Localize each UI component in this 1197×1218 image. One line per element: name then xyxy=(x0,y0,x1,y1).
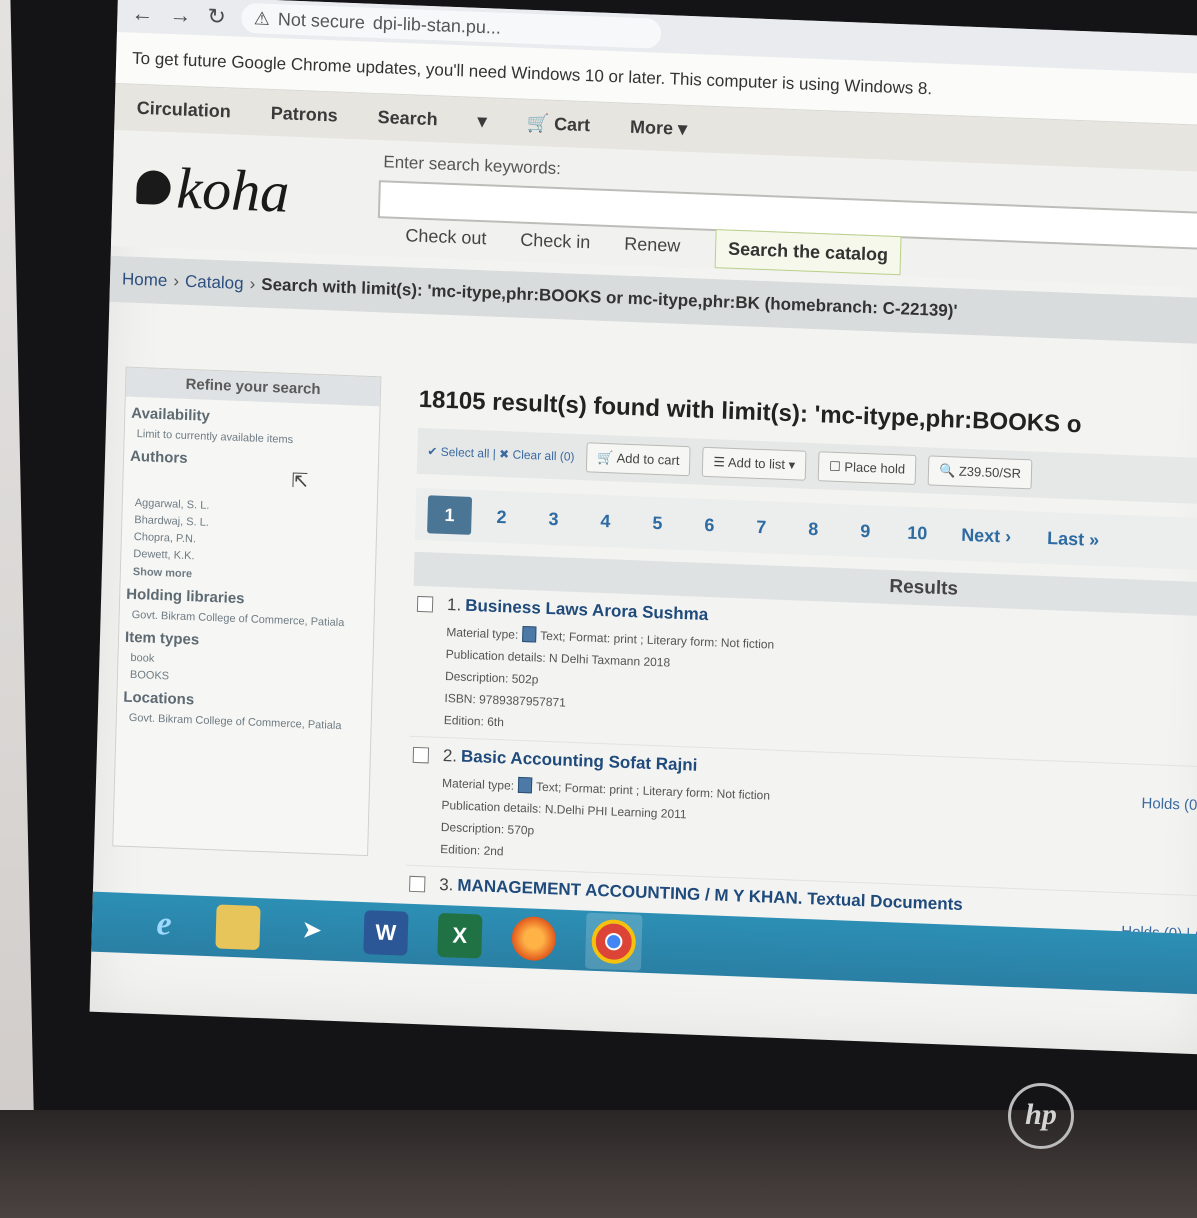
add-to-cart-button[interactable]: 🛒 Add to cart xyxy=(586,442,691,477)
search-icon: 🔍 xyxy=(938,462,960,479)
facet-show-more[interactable]: Show more xyxy=(133,566,369,587)
nav-cart[interactable]: 🛒 Cart xyxy=(526,112,590,135)
page-link[interactable]: 6 xyxy=(687,505,732,545)
facet-location[interactable]: Govt. Bikram College of Commerce, Patial… xyxy=(129,712,365,733)
page-link[interactable]: 10 xyxy=(895,513,940,553)
chevron-right-icon: › xyxy=(173,271,180,291)
result-number: 2. xyxy=(442,745,458,766)
facet-itemtypes-heading: Item types xyxy=(124,628,200,649)
tab-renew[interactable]: Renew xyxy=(624,234,681,257)
select-all-clear-links[interactable]: ✔ Select all | ✖ Clear all (0) xyxy=(427,444,575,464)
tab-check-out[interactable]: Check out xyxy=(405,225,487,249)
refine-sidebar: Refine your search Availability Limit to… xyxy=(112,366,382,857)
next-page-link[interactable]: Next › xyxy=(947,515,1026,556)
result-checkbox[interactable] xyxy=(412,746,430,764)
facet-itemtype[interactable]: BOOKS xyxy=(130,669,366,690)
facet-available-link[interactable]: Limit to currently available items xyxy=(137,428,373,449)
place-hold-label: Place hold xyxy=(844,459,906,477)
nav-search-dropdown[interactable]: ▾ xyxy=(477,110,487,131)
file-explorer-icon[interactable] xyxy=(215,904,261,951)
result-checkbox[interactable] xyxy=(416,595,434,613)
material-label: Material type: xyxy=(446,625,519,642)
tab-check-in[interactable]: Check in xyxy=(520,230,591,254)
chrome-icon xyxy=(591,918,637,965)
facet-authors-heading: Authors xyxy=(129,447,188,467)
page-link[interactable]: 8 xyxy=(791,509,836,549)
book-icon xyxy=(517,776,533,794)
forward-icon[interactable]: → xyxy=(169,2,192,29)
facet-availability-heading: Availability xyxy=(131,404,211,425)
page-link[interactable]: 9 xyxy=(843,511,888,551)
cart-icon: 🛒 xyxy=(526,112,555,134)
z3950-button[interactable]: 🔍 Z39.50/SR xyxy=(927,455,1033,490)
page-link[interactable]: 5 xyxy=(635,503,680,543)
add-to-list-label: Add to list ▾ xyxy=(727,454,796,473)
hold-icon: ☐ xyxy=(828,458,845,475)
facet-author[interactable]: Dewett, K.K. xyxy=(133,548,369,569)
facet-holding-heading: Holding libraries xyxy=(126,585,245,608)
koha-logo[interactable]: koha xyxy=(136,153,291,226)
facet-holding-library[interactable]: Govt. Bikram College of Commerce, Patial… xyxy=(131,609,367,630)
result-title-text: Business Laws Arora Sushma xyxy=(464,595,709,625)
nav-search[interactable]: Search xyxy=(377,107,438,130)
internet-explorer-icon[interactable]: e xyxy=(141,902,186,948)
mouse-cursor-icon: ⇱ xyxy=(291,469,309,493)
nav-more[interactable]: More ▾ xyxy=(630,116,688,139)
results-main: 18105 result(s) found with limit(s): 'mc… xyxy=(404,386,1197,959)
reload-icon[interactable]: ↻ xyxy=(207,3,226,30)
page-link[interactable]: 7 xyxy=(739,507,784,547)
result-number: 1. xyxy=(446,595,462,615)
warning-icon: ⚠ xyxy=(253,7,271,29)
rocket-app-icon[interactable]: ➤ xyxy=(289,907,334,953)
result-number: 3. xyxy=(438,874,454,895)
last-page-link[interactable]: Last » xyxy=(1033,519,1114,560)
page-link[interactable]: 2 xyxy=(479,497,524,537)
nav-circulation[interactable]: Circulation xyxy=(137,97,232,122)
facet-locations-heading: Locations xyxy=(123,688,195,709)
book-icon xyxy=(522,625,537,643)
z3950-label: Z39.50/SR xyxy=(958,463,1022,481)
word-icon[interactable]: W xyxy=(363,910,409,956)
page-link[interactable]: 4 xyxy=(583,501,628,541)
place-hold-button[interactable]: ☐ Place hold xyxy=(817,451,917,485)
nav-cart-label: Cart xyxy=(553,113,591,135)
excel-icon[interactable]: X xyxy=(437,912,483,959)
crumb-home[interactable]: Home xyxy=(122,269,168,291)
firefox-icon[interactable] xyxy=(511,915,557,962)
chrome-taskbar-button[interactable] xyxy=(584,912,643,971)
koha-logo-text: koha xyxy=(175,155,291,225)
refine-title: Refine your search xyxy=(125,367,381,407)
material-label: Material type: xyxy=(441,775,515,793)
result-title-text: Basic Accounting Sofat Rajni xyxy=(460,746,698,775)
material-value: Text; Format: print ; Literary form: Not… xyxy=(540,628,775,652)
search-label: Enter search keywords: xyxy=(383,152,562,179)
address-url: dpi-lib-stan.pu... xyxy=(372,12,502,38)
cart-icon: 🛒 xyxy=(597,449,617,466)
add-to-cart-label: Add to cart xyxy=(616,450,680,468)
koha-logo-icon xyxy=(136,169,172,206)
header-tabs: Check out Check in Renew xyxy=(405,225,681,257)
page-link[interactable]: 3 xyxy=(531,499,576,539)
nav-patrons[interactable]: Patrons xyxy=(270,102,338,126)
crumb-current: Search with limit(s): 'mc-itype,phr:BOOK… xyxy=(261,274,958,321)
screen: ← → ↻ ⚠ Not secure dpi-lib-stan.pu... To… xyxy=(89,0,1197,1055)
tab-search-catalog[interactable]: Search the catalog xyxy=(714,229,902,276)
holds-link[interactable]: Holds (0) | A xyxy=(1141,795,1197,815)
page-link-current[interactable]: 1 xyxy=(427,495,473,535)
add-to-list-button[interactable]: ☰ Add to list ▾ xyxy=(701,446,807,481)
result-checkbox[interactable] xyxy=(409,875,426,893)
hp-logo: hp xyxy=(1008,1083,1074,1149)
crumb-catalog[interactable]: Catalog xyxy=(185,272,244,294)
chevron-right-icon: › xyxy=(249,274,256,294)
address-warning: Not secure xyxy=(277,8,366,32)
material-value: Text; Format: print ; Literary form: Not… xyxy=(535,779,771,803)
back-icon[interactable]: ← xyxy=(131,1,154,28)
list-icon: ☰ xyxy=(713,454,729,470)
